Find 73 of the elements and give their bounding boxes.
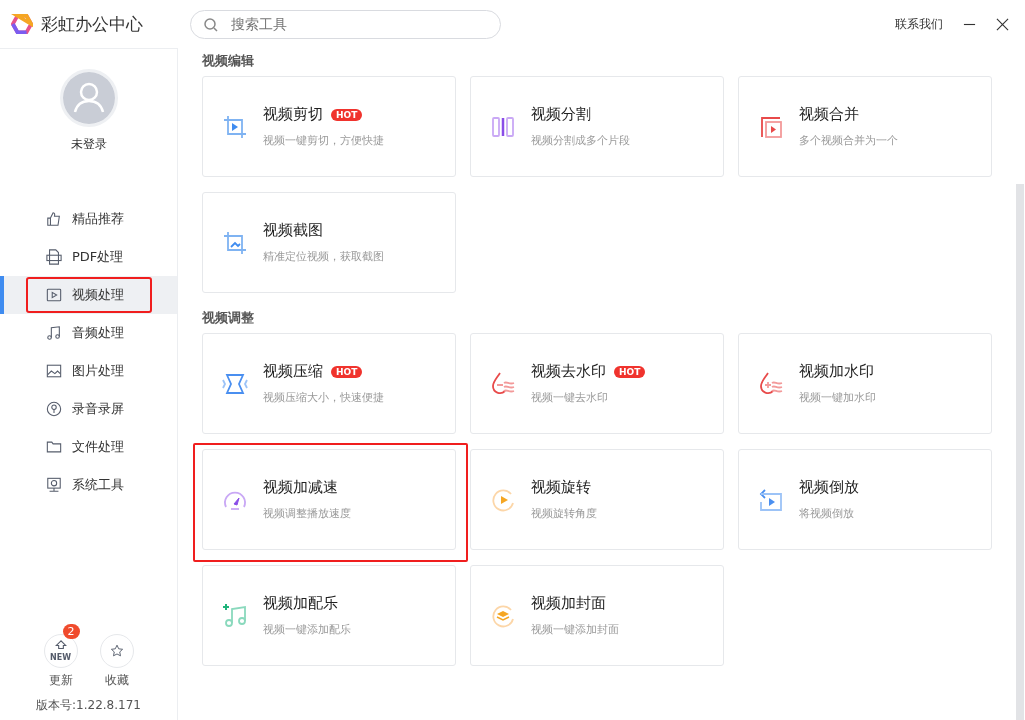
tool-title: 视频加配乐	[263, 594, 338, 613]
tool-card[interactable]: 视频分割 视频分割成多个片段	[470, 76, 724, 177]
tool-card[interactable]: 视频压缩 HOT 视频压缩大小，快速便捷	[202, 333, 456, 434]
menu-icon	[46, 211, 62, 227]
search-icon	[203, 16, 219, 33]
tool-card[interactable]: 视频去水印 HOT 视频一键去水印	[470, 333, 724, 434]
scrollbar-thumb[interactable]	[1016, 184, 1024, 720]
footer-label: 更新	[48, 672, 73, 689]
hot-badge: HOT	[614, 365, 646, 378]
tool-title: 视频分割	[531, 105, 591, 124]
tool-description: 视频一键添加配乐	[263, 622, 351, 637]
tool-title: 视频旋转	[531, 478, 591, 497]
tool-title: 视频加封面	[531, 594, 606, 613]
star-icon	[109, 644, 124, 658]
user-name: 未登录	[70, 136, 107, 153]
section-title: 视频编辑	[202, 52, 255, 70]
menu-icon	[46, 325, 62, 341]
tool-card[interactable]: 视频剪切 HOT 视频一键剪切，方便快捷	[202, 76, 456, 177]
tool-title: 视频去水印	[531, 362, 606, 381]
tool-card[interactable]: 视频加配乐 视频一键添加配乐	[202, 565, 456, 666]
tool-description: 多个视频合并为一个	[799, 133, 898, 148]
tool-card[interactable]: 视频旋转 视频旋转角度	[470, 449, 724, 550]
new-label: NEW	[50, 654, 71, 662]
tool-card[interactable]: 视频合并 多个视频合并为一个	[738, 76, 992, 177]
tool-description: 视频一键添加封面	[531, 622, 619, 637]
sidebar-item[interactable]: 精品推荐	[0, 200, 177, 238]
sidebar-item[interactable]: PDF处理	[0, 238, 177, 276]
section-title: 视频调整	[202, 309, 255, 327]
menu-icon	[46, 439, 62, 455]
menu-icon	[46, 287, 62, 303]
contact-link[interactable]: 联系我们	[895, 15, 943, 33]
tool-card[interactable]: 视频倒放 将视频倒放	[738, 449, 992, 550]
tool-title: 视频剪切	[263, 105, 323, 124]
sidebar-item[interactable]: 文件处理	[0, 428, 177, 466]
tool-description: 视频旋转角度	[531, 506, 597, 521]
footer-label: 收藏	[104, 672, 129, 689]
app-title: 彩虹办公中心	[41, 12, 143, 36]
menu-icon	[46, 477, 62, 493]
tool-title: 视频合并	[799, 105, 859, 124]
sidebar-item[interactable]: 录音录屏	[0, 390, 177, 428]
tool-icon	[221, 601, 249, 630]
tool-card[interactable]: 视频截图 精准定位视频，获取截图	[202, 192, 456, 293]
sidebar-item[interactable]: 系统工具	[0, 466, 177, 504]
hot-badge: HOT	[331, 108, 363, 121]
tool-description: 将视频倒放	[799, 506, 855, 521]
tool-description: 视频调整播放速度	[263, 506, 351, 521]
tool-description: 精准定位视频，获取截图	[263, 249, 384, 264]
tool-description: 视频分割成多个片段	[531, 133, 630, 148]
hot-badge: HOT	[331, 365, 363, 378]
avatar-silhouette[interactable]	[59, 69, 118, 127]
tool-card[interactable]: 视频加水印 视频一键加水印	[738, 333, 992, 434]
tool-description: 视频一键加水印	[799, 390, 876, 405]
tool-title: 视频截图	[263, 221, 323, 240]
version-text: 版本号:1.22.8.171	[36, 697, 141, 714]
sidebar-item[interactable]: 音频处理	[0, 314, 177, 352]
menu-icon	[46, 363, 62, 379]
count-badge: 2	[62, 624, 80, 639]
sidebar-item[interactable]: 视频处理	[0, 276, 177, 314]
tool-description: 视频压缩大小，快速便捷	[263, 390, 384, 405]
logo-icon	[11, 13, 33, 35]
menu-icon	[46, 249, 62, 265]
tool-title: 视频倒放	[799, 478, 859, 497]
tool-description: 视频一键剪切，方便快捷	[263, 133, 384, 148]
tool-title: 视频加减速	[263, 478, 338, 497]
tool-title: 视频压缩	[263, 362, 323, 381]
close-icon[interactable]	[996, 17, 1009, 31]
search-field[interactable]: 搜索工具	[190, 9, 501, 39]
sidebar-item[interactable]: 图片处理	[0, 352, 177, 390]
menu-icon	[46, 401, 62, 417]
tool-description: 视频一键去水印	[531, 390, 609, 405]
tool-card[interactable]: 视频加减速 视频调整播放速度	[202, 449, 456, 550]
tool-title: 视频加水印	[799, 362, 874, 381]
tool-card[interactable]: 视频加封面 视频一键添加封面	[470, 565, 724, 666]
